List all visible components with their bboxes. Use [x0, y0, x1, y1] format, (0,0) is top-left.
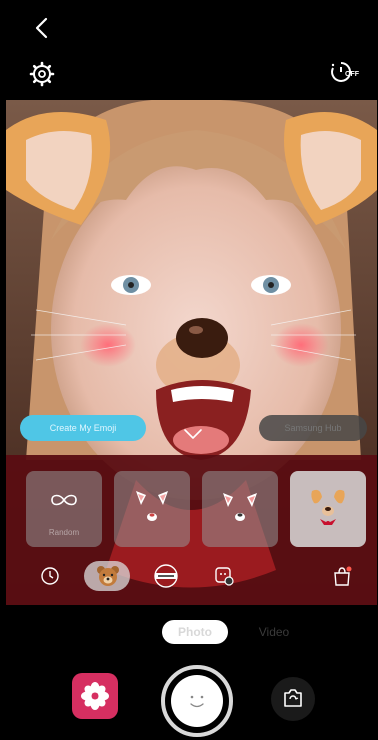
sticker-category-bar — [6, 558, 377, 594]
chevron-down-icon[interactable] — [182, 427, 204, 441]
puppy-face-icon — [311, 489, 345, 525]
ar-emoji-gallery-button[interactable] — [72, 673, 118, 719]
flower-icon — [81, 682, 109, 710]
bottom-controls: Photo Video — [6, 605, 377, 740]
sticker-cat-face[interactable] — [114, 471, 190, 547]
shutter-button[interactable] — [161, 665, 233, 737]
switch-camera-button[interactable] — [271, 677, 315, 721]
shutter-inner — [171, 675, 223, 727]
smiley-face-icon — [190, 695, 204, 708]
top-bar: OFF — [6, 0, 377, 100]
fox-ears-icon — [223, 493, 257, 521]
sticker-label: Random — [48, 528, 80, 537]
mode-video-tab[interactable]: Video — [254, 620, 294, 644]
timer-button[interactable]: OFF — [329, 60, 359, 88]
switch-camera-icon — [284, 689, 302, 707]
infinity-icon — [51, 494, 77, 506]
sticker-puppy-face[interactable] — [290, 471, 366, 547]
camera-viewfinder[interactable]: Create My Emoji Samsung Hub Random — [6, 100, 377, 605]
effects-settings-icon[interactable] — [210, 562, 238, 590]
recent-icon[interactable] — [36, 562, 64, 590]
timer-state-label: OFF — [345, 71, 359, 78]
mode-photo-tab[interactable]: Photo — [162, 620, 228, 644]
whats-up-icon[interactable] — [152, 562, 180, 590]
back-arrow-icon[interactable] — [28, 14, 56, 42]
camera-screen: OFF Create My Emoji Samsung Hub Random P… — [6, 0, 377, 740]
sticker-carousel: Random — [6, 455, 377, 555]
create-my-emoji-button[interactable]: Create My Emoji — [20, 415, 146, 441]
sticker-fox-face[interactable] — [202, 471, 278, 547]
samsung-hub-button[interactable]: Samsung Hub — [259, 415, 367, 441]
store-icon[interactable] — [328, 562, 356, 590]
sticker-random[interactable]: Random — [26, 471, 102, 547]
cat-ears-icon — [136, 491, 168, 521]
settings-gear-icon[interactable] — [28, 60, 56, 88]
bear-icon[interactable] — [94, 562, 122, 590]
